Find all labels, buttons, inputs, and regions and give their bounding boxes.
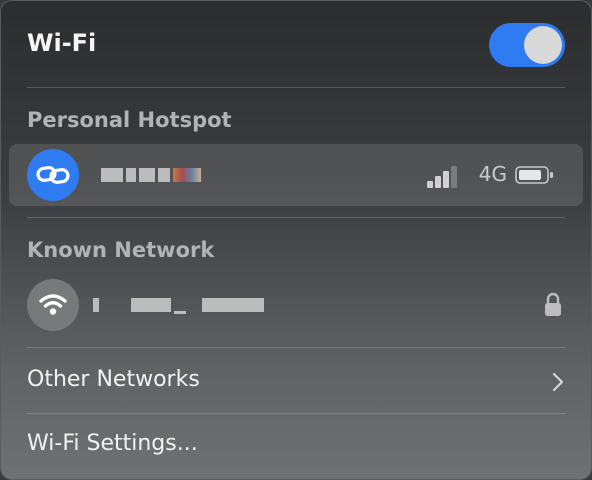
divider — [27, 413, 565, 414]
divider — [27, 217, 565, 218]
wifi-toggle[interactable] — [489, 23, 565, 67]
divider — [27, 347, 565, 348]
wifi-menu-panel: Wi-Fi Personal Hotspot 4G Known Network … — [0, 0, 592, 480]
wifi-settings-label: Wi-Fi Settings... — [27, 431, 198, 456]
hotspot-device-row[interactable]: 4G — [9, 144, 583, 206]
known-network-name-obscured — [93, 295, 264, 315]
lock-icon — [543, 291, 563, 319]
network-type-label: 4G — [478, 162, 507, 186]
wifi-title: Wi-Fi — [27, 29, 97, 57]
other-networks-item[interactable]: Other Networks — [27, 357, 565, 407]
chevron-right-icon — [551, 371, 565, 393]
known-network-row[interactable] — [9, 274, 583, 336]
other-networks-label: Other Networks — [27, 367, 200, 392]
wifi-toggle-knob — [524, 26, 562, 64]
hotspot-device-name-obscured — [101, 165, 201, 185]
battery-icon — [515, 166, 553, 184]
wifi-header: Wi-Fi — [27, 23, 565, 69]
divider — [27, 87, 565, 88]
link-chain-icon — [27, 149, 79, 201]
known-network-header: Known Network — [27, 238, 215, 262]
wifi-icon — [27, 279, 79, 331]
wifi-settings-item[interactable]: Wi-Fi Settings... — [27, 421, 565, 471]
cellular-signal-icon — [427, 164, 457, 188]
personal-hotspot-header: Personal Hotspot — [27, 108, 232, 132]
